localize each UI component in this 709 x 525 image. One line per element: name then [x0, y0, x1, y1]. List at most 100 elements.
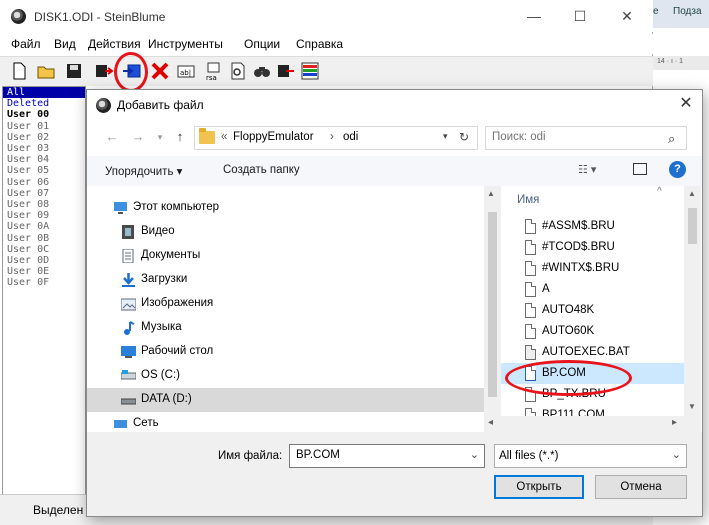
preview-pane-icon[interactable]: [633, 163, 647, 175]
forward-arrow-icon[interactable]: →: [129, 128, 147, 146]
rename-icon[interactable]: ab|: [176, 61, 196, 81]
tree-item-pictures[interactable]: Изображения: [87, 292, 484, 316]
file-list-scrollbar[interactable]: ▲ ▼: [684, 186, 701, 432]
list-item[interactable]: User 00: [3, 109, 85, 120]
properties-icon[interactable]: rsa: [204, 61, 224, 82]
tree-item-downloads[interactable]: Загрузки: [87, 268, 484, 292]
tree-item-this-pc[interactable]: Этот компьютер: [87, 196, 484, 220]
tree-item-network[interactable]: Сеть: [87, 412, 484, 432]
close-button[interactable]: ✕: [612, 6, 642, 26]
tree-item-music[interactable]: Музыка: [87, 316, 484, 340]
menu-options[interactable]: Опции: [244, 37, 280, 51]
new-folder-button[interactable]: Создать папку: [223, 164, 300, 176]
find-icon[interactable]: [252, 61, 272, 81]
file-row[interactable]: AUTO60K: [501, 321, 684, 342]
list-item[interactable]: User 0B: [3, 233, 85, 244]
file-row[interactable]: #TCOD$.BRU: [501, 237, 684, 258]
ribbon-tab[interactable]: е: [653, 6, 659, 17]
menu-file[interactable]: Файл: [11, 37, 41, 51]
view-options-icon[interactable]: ☷ ▾: [578, 163, 596, 176]
file-name: AUTO48K: [542, 304, 595, 316]
minimize-button[interactable]: —: [519, 6, 549, 26]
breadcrumb-item[interactable]: FloppyEmulator: [233, 131, 314, 143]
list-item[interactable]: User 0C: [3, 244, 85, 255]
disk-map-icon[interactable]: [300, 61, 320, 81]
list-item[interactable]: User 05: [3, 165, 85, 176]
column-header-name[interactable]: Имя: [517, 194, 539, 206]
menu-tools[interactable]: Инструменты: [148, 37, 223, 51]
horizontal-scrollbar[interactable]: ◂ ▸: [484, 416, 684, 432]
tree-item-documents[interactable]: Документы: [87, 244, 484, 268]
list-item[interactable]: Deleted: [3, 98, 85, 109]
list-item[interactable]: User 01: [3, 121, 85, 132]
scroll-right-icon[interactable]: ▸: [672, 417, 677, 428]
chevron-down-icon[interactable]: ⌄: [672, 448, 681, 461]
ribbon-tab[interactable]: Подза: [673, 6, 702, 17]
file-name: #WINTX$.BRU: [542, 262, 620, 274]
search-icon[interactable]: ⌕: [668, 131, 675, 147]
file-icon: [525, 303, 536, 318]
list-item[interactable]: User 0A: [3, 221, 85, 232]
file-row[interactable]: AUTO48K: [501, 300, 684, 321]
scrollbar-thumb[interactable]: [688, 208, 697, 244]
file-row[interactable]: AUTOEXEC.BAT: [501, 342, 684, 363]
tree-item-label: Музыка: [141, 321, 182, 333]
search-input[interactable]: [490, 130, 660, 144]
list-item[interactable]: User 04: [3, 154, 85, 165]
list-item[interactable]: User 03: [3, 143, 85, 154]
app-icon: [96, 98, 111, 113]
menu-help[interactable]: Справка: [296, 37, 343, 51]
new-file-icon[interactable]: [9, 61, 29, 81]
refresh-icon[interactable]: ↻: [459, 130, 469, 144]
tree-item-desktop[interactable]: Рабочий стол: [87, 340, 484, 364]
maximize-button[interactable]: ☐: [565, 6, 595, 26]
open-folder-icon[interactable]: [36, 61, 56, 81]
batch-file-icon: [525, 345, 536, 360]
tree-item-drive-d[interactable]: DATA (D:): [87, 388, 484, 412]
organize-button[interactable]: Упорядочить ▾: [105, 164, 182, 178]
list-item[interactable]: User 02: [3, 132, 85, 143]
menu-view[interactable]: Вид: [54, 37, 76, 51]
list-item[interactable]: User 0E: [3, 266, 85, 277]
list-item[interactable]: User 06: [3, 177, 85, 188]
file-row[interactable]: #WINTX$.BRU: [501, 258, 684, 279]
chevron-down-icon[interactable]: ▾: [443, 131, 448, 142]
list-item[interactable]: All: [3, 87, 85, 99]
breadcrumb-item[interactable]: odi: [343, 131, 358, 143]
file-row[interactable]: #ASSM$.BRU: [501, 216, 684, 237]
nav-pane-scrollbar[interactable]: ▲ ▼: [484, 186, 501, 432]
scroll-left-icon[interactable]: ◂: [488, 417, 493, 428]
file-icon: [525, 240, 536, 255]
chevron-down-icon[interactable]: ▾: [151, 128, 169, 146]
list-item[interactable]: User 07: [3, 188, 85, 199]
list-item[interactable]: User 09: [3, 210, 85, 221]
chevron-down-icon[interactable]: ⌄: [470, 448, 479, 461]
scroll-down-icon[interactable]: ▼: [688, 402, 696, 411]
help-icon[interactable]: ?: [669, 161, 686, 178]
list-item[interactable]: User 0F: [3, 277, 85, 288]
file-row[interactable]: A: [501, 279, 684, 300]
address-bar[interactable]: « FloppyEmulator › odi ▾ ↻: [194, 126, 478, 150]
file-type-select[interactable]: All files (*.*) ⌄: [494, 444, 687, 468]
app-icon: [11, 9, 26, 24]
extract-file-icon[interactable]: [94, 61, 114, 81]
tree-item-drive-c[interactable]: OS (C:): [87, 364, 484, 388]
cancel-button[interactable]: Отмена: [595, 475, 687, 499]
scroll-up-icon[interactable]: ▲: [487, 189, 495, 198]
list-item[interactable]: User 08: [3, 199, 85, 210]
list-item[interactable]: User 0D: [3, 255, 85, 266]
tree-item-video[interactable]: Видео: [87, 220, 484, 244]
preview-icon[interactable]: [228, 61, 248, 81]
scrollbar-thumb[interactable]: [488, 212, 497, 397]
filename-input[interactable]: [294, 448, 459, 462]
scroll-up-icon[interactable]: ▲: [688, 189, 696, 198]
breadcrumb-overflow[interactable]: «: [221, 131, 227, 143]
close-icon[interactable]: ✕: [675, 93, 697, 115]
back-arrow-icon[interactable]: ←: [103, 128, 121, 146]
save-icon[interactable]: [64, 61, 84, 81]
export-icon[interactable]: [276, 61, 296, 81]
open-button[interactable]: Открыть: [494, 475, 584, 499]
up-arrow-icon[interactable]: ↑: [171, 128, 189, 146]
delete-icon[interactable]: [150, 61, 170, 81]
menu-actions[interactable]: Действия: [88, 37, 141, 51]
